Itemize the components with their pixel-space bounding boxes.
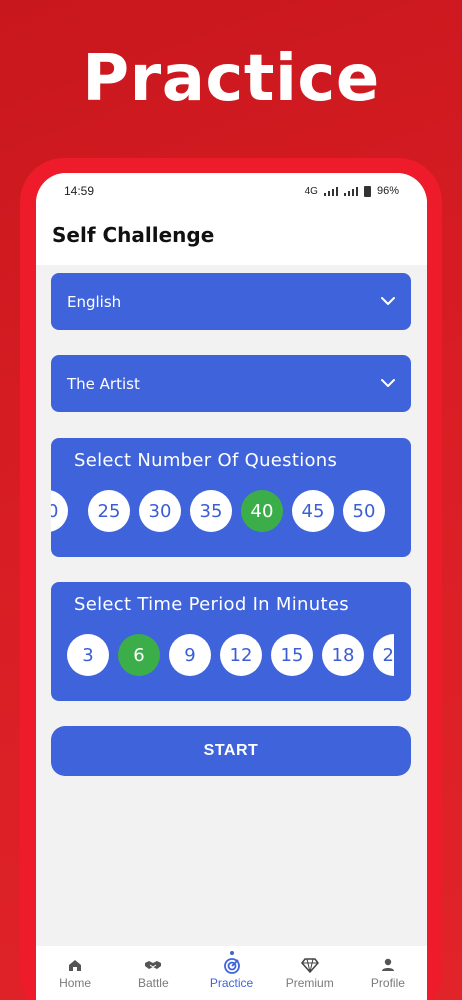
home-icon (69, 960, 82, 971)
language-dropdown[interactable]: English (51, 273, 411, 330)
app-screen: 14:59 4G 96% Self Challenge English The … (36, 173, 427, 1000)
questions-card-title: Select Number Of Questions (74, 450, 338, 471)
bottom-navigation: Home Battle Practice Premium Profile (36, 946, 427, 1000)
time-card: Select Time Period In Minutes 3 6 9 12 1… (51, 582, 411, 701)
person-icon (381, 958, 394, 971)
questions-options[interactable]: 20 25 30 35 40 45 50 (51, 490, 394, 532)
network-type: 4G (304, 185, 318, 197)
question-count-option[interactable]: 20 (51, 490, 68, 532)
category-dropdown[interactable]: The Artist (51, 355, 411, 412)
diamond-icon (300, 958, 319, 974)
active-indicator-dot (229, 951, 234, 955)
chevron-down-icon (381, 295, 395, 309)
nav-practice[interactable]: Practice (192, 946, 270, 1000)
question-count-option[interactable]: 45 (292, 490, 334, 532)
nav-home[interactable]: Home (36, 946, 114, 1000)
chevron-down-icon (381, 377, 395, 391)
time-option[interactable]: 15 (271, 634, 313, 676)
language-dropdown-value: English (67, 292, 122, 311)
start-button[interactable]: START (51, 726, 411, 776)
category-dropdown-value: The Artist (67, 374, 140, 393)
nav-profile[interactable]: Profile (349, 946, 427, 1000)
nav-premium[interactable]: Premium (271, 946, 349, 1000)
battery-percent: 96% (376, 185, 399, 197)
promo-headline: Practice (82, 42, 380, 116)
status-bar: 14:59 4G 96% (36, 173, 427, 209)
question-count-option[interactable]: 50 (343, 490, 385, 532)
questions-card: Select Number Of Questions 20 25 30 35 4… (51, 438, 411, 557)
nav-home-label: Home (59, 976, 92, 990)
status-indicators: 4G 96% (305, 185, 399, 197)
page-title: Self Challenge (36, 209, 427, 265)
status-time: 14:59 (64, 184, 95, 198)
time-options[interactable]: 3 6 9 12 15 18 21 (51, 634, 394, 676)
nav-battle-label: Battle (137, 976, 169, 990)
time-option[interactable]: 9 (169, 634, 211, 676)
target-icon (223, 958, 240, 974)
nav-profile-label: Profile (370, 976, 405, 990)
question-count-option[interactable]: 35 (190, 490, 232, 532)
signal-icon (323, 186, 338, 196)
time-card-title: Select Time Period In Minutes (74, 594, 349, 615)
handshake-icon (145, 961, 162, 969)
time-option-selected[interactable]: 6 (118, 634, 160, 676)
nav-practice-label: Practice (209, 976, 254, 990)
time-option[interactable]: 12 (220, 634, 262, 676)
question-count-option[interactable]: 25 (88, 490, 130, 532)
nav-premium-label: Premium (285, 976, 334, 990)
time-option[interactable]: 3 (67, 634, 109, 676)
nav-battle[interactable]: Battle (114, 946, 192, 1000)
question-count-option-selected[interactable]: 40 (241, 490, 283, 532)
battery-icon (363, 185, 371, 197)
time-option[interactable]: 21 (373, 634, 394, 676)
question-count-option[interactable]: 30 (139, 490, 181, 532)
signal-icon (343, 186, 358, 196)
time-option[interactable]: 18 (322, 634, 364, 676)
